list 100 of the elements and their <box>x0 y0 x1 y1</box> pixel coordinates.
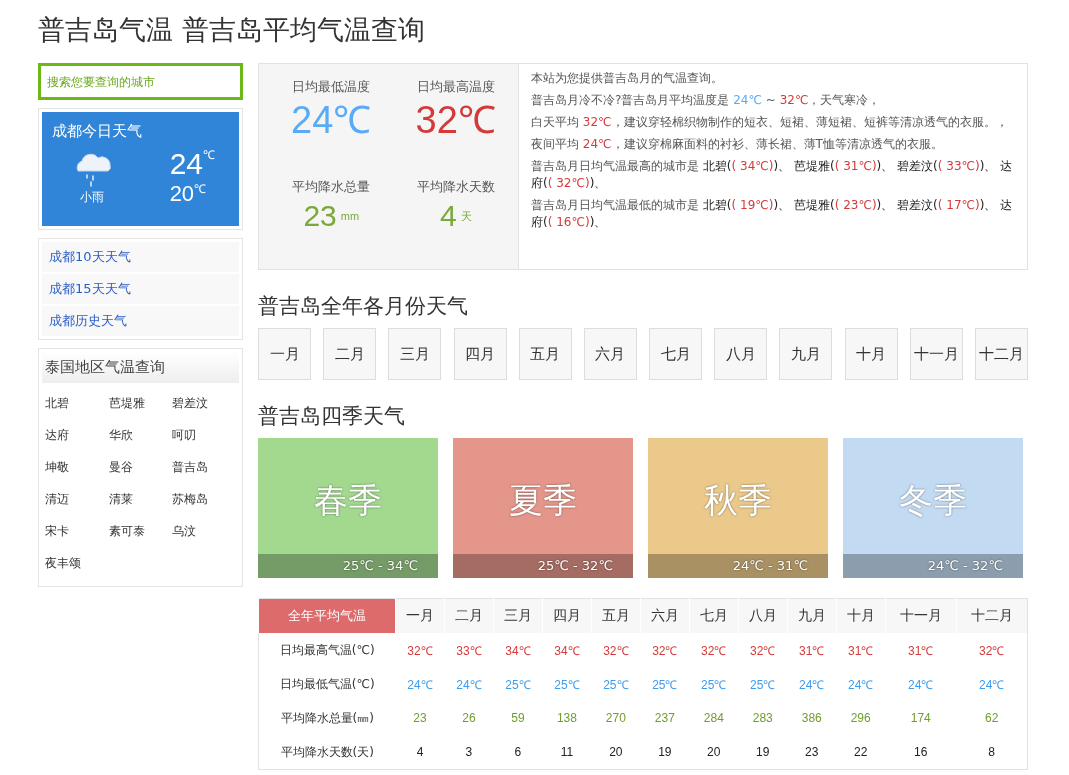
table-cell-text: 138 <box>555 710 578 727</box>
today-title: 成都今日天气 <box>52 122 143 141</box>
column-header: 五月 <box>591 598 641 633</box>
column-header: 九月 <box>787 598 837 633</box>
column-header: 八月 <box>738 598 788 633</box>
table-cell: 31℃ <box>836 633 886 667</box>
city-link[interactable]: 夜丰颂 <box>45 547 109 579</box>
column-header: 十二月 <box>956 598 1028 633</box>
table-cell-text: 270 <box>604 710 627 727</box>
table-cell: 8 <box>956 735 1028 770</box>
table-cell: 32℃ <box>591 633 641 667</box>
season-name: 冬季 <box>898 479 968 522</box>
table-cell-text: 237 <box>653 710 676 727</box>
city-link[interactable]: 呵叨 <box>172 419 236 451</box>
table-cell: 32℃ <box>395 633 445 667</box>
temperature-unit: ℃ <box>194 182 207 196</box>
description-text: 普吉岛月日均气温最低的城市是 北碧(( 19℃))、 芭堤雅(( 23℃))、 碧差汶(( 17℃))、 达府(( 16℃))、 <box>531 197 1014 231</box>
table-cell-text: 25℃ <box>749 676 777 694</box>
city-link[interactable]: 普吉岛 <box>172 451 236 483</box>
table-cell: 20 <box>689 735 739 770</box>
month-button[interactable]: 七月 <box>649 328 703 380</box>
table-cell-text: 25℃ <box>602 676 630 694</box>
forecast-link[interactable]: 成都10天天气 <box>42 242 239 272</box>
table-cell: 23 <box>787 735 837 770</box>
column-header: 十一月 <box>885 598 957 633</box>
table-cell: 20 <box>591 735 641 770</box>
season-name: 秋季 <box>703 479 773 522</box>
table-cell: 4 <box>395 735 445 770</box>
season-range: 25℃ - 32℃ <box>453 554 633 578</box>
stat-value: 32℃ <box>415 99 496 141</box>
month-button[interactable]: 二月 <box>323 328 377 380</box>
description-text: 白天平均 32℃，建议穿轻棉织物制作的短衣、短裙、薄短裙、短裤等清凉透气的衣服。， <box>531 114 1009 131</box>
city-link[interactable]: 芭堤雅 <box>108 387 173 419</box>
column-header: 十月 <box>836 598 886 633</box>
table-cell: 33℃ <box>444 633 494 667</box>
table-cell-text: 24℃ <box>847 676 875 694</box>
table-cell-text: 25℃ <box>553 676 581 694</box>
month-button[interactable]: 三月 <box>388 328 442 380</box>
season-name: 春季 <box>313 479 383 522</box>
season-range: 24℃ - 32℃ <box>843 554 1023 578</box>
month-button[interactable]: 十一月 <box>909 328 963 380</box>
month-button[interactable]: 十月 <box>844 328 898 380</box>
table-cell: 31℃ <box>787 633 837 667</box>
table-cell: 6 <box>493 735 543 770</box>
forecast-link[interactable]: 成都历史天气 <box>42 306 239 336</box>
season-name: 夏季 <box>508 479 578 522</box>
city-link[interactable]: 坤敬 <box>45 451 109 483</box>
table-cell: 32℃ <box>956 633 1028 667</box>
city-link[interactable]: 苏梅岛 <box>172 483 236 515</box>
column-header: 三月 <box>493 598 543 633</box>
month-button[interactable]: 五月 <box>518 328 572 380</box>
column-header: 七月 <box>689 598 739 633</box>
forecast-link[interactable]: 成都15天天气 <box>42 274 239 304</box>
table-header: 全年平均气温 <box>258 598 396 633</box>
city-link[interactable]: 碧差汶 <box>172 387 236 419</box>
row-label: 日均最低气温(℃) <box>258 667 396 701</box>
table-cell: 34℃ <box>542 633 592 667</box>
city-link[interactable]: 清迈 <box>45 483 109 515</box>
table-cell-text: 23 <box>412 710 428 727</box>
table-cell-text: 25℃ <box>700 676 728 694</box>
month-button[interactable]: 六月 <box>583 328 637 380</box>
table-cell-text: 284 <box>702 710 725 727</box>
season-card[interactable]: 夏季 25℃ - 32℃ <box>453 438 633 578</box>
row-label: 日均最高气温(℃) <box>258 633 396 667</box>
table-cell-text: 59 <box>510 710 526 727</box>
description-text: 普吉岛月冷不冷?普吉岛月平均温度是 24℃ ~ 32℃，天气寒冷， <box>531 92 882 109</box>
month-button[interactable]: 八月 <box>714 328 768 380</box>
city-link[interactable]: 华欣 <box>108 419 173 451</box>
table-cell-text: 24℃ <box>798 676 826 694</box>
city-link[interactable]: 素可泰 <box>108 515 173 547</box>
stat-value: 23 <box>303 198 337 232</box>
stat-unit: 天 <box>460 209 472 222</box>
search-field[interactable]: 搜索您要查询的城市 <box>38 63 243 100</box>
city-link[interactable]: 清莱 <box>108 483 173 515</box>
table-cell-text: 24℃ <box>406 676 434 694</box>
table-cell: 11 <box>542 735 592 770</box>
table-cell: 19 <box>640 735 690 770</box>
month-button[interactable]: 一月 <box>258 328 311 380</box>
table-cell: 22 <box>836 735 886 770</box>
table-cell-text: 386 <box>800 710 823 727</box>
city-link[interactable]: 达府 <box>45 419 109 451</box>
row-label: 平均降水总量(㎜) <box>258 701 396 735</box>
table-cell-text: 174 <box>909 710 932 727</box>
month-button[interactable]: 十二月 <box>974 328 1028 380</box>
city-link[interactable]: 曼谷 <box>108 451 173 483</box>
season-range: 24℃ - 31℃ <box>648 554 828 578</box>
city-link[interactable]: 宋卡 <box>45 515 109 547</box>
month-button[interactable]: 九月 <box>779 328 833 380</box>
table-cell: 32℃ <box>689 633 739 667</box>
city-link[interactable]: 乌汶 <box>172 515 236 547</box>
table-cell-text: 25℃ <box>651 676 679 694</box>
page-title: 普吉岛气温 普吉岛平均气温查询 <box>38 13 426 47</box>
table-cell-text: 24℃ <box>455 676 483 694</box>
table-cell: 16 <box>885 735 957 770</box>
high-temperature: 24 <box>169 147 203 180</box>
section-title: 普吉岛四季天气 <box>258 403 406 430</box>
table-cell-text: 24℃ <box>907 676 935 694</box>
table-cell: 31℃ <box>885 633 957 667</box>
month-button[interactable]: 四月 <box>453 328 507 380</box>
city-link[interactable]: 北碧 <box>45 387 109 419</box>
